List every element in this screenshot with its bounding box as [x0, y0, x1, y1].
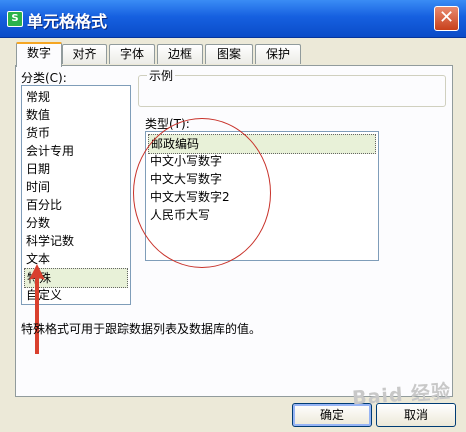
annotation-arrow	[29, 264, 45, 354]
format-description: 特殊格式可用于跟踪数据列表及数据库的值。	[21, 322, 262, 336]
category-item[interactable]: 日期	[24, 160, 50, 178]
sample-group: 示例	[138, 67, 446, 107]
tab-border[interactable]: 边框	[157, 44, 203, 64]
tab-protection[interactable]: 保护	[255, 44, 301, 64]
tab-pattern[interactable]: 图案	[205, 44, 253, 64]
tab-number[interactable]: 数字	[16, 42, 62, 67]
category-item[interactable]: 百分比	[24, 196, 62, 214]
tab-font[interactable]: 字体	[109, 44, 155, 64]
tab-alignment[interactable]: 对齐	[62, 44, 107, 64]
dialog-title: 单元格格式	[27, 12, 108, 31]
app-icon: S	[7, 11, 23, 27]
title-bar: S 单元格格式 ✕	[0, 0, 466, 38]
category-item[interactable]: 常规	[24, 88, 50, 106]
category-item[interactable]: 时间	[24, 178, 50, 196]
category-item[interactable]: 科学记数	[24, 232, 74, 250]
category-item[interactable]: 货币	[24, 124, 50, 142]
close-button[interactable]: ✕	[434, 6, 459, 31]
sample-label: 示例	[147, 67, 176, 84]
annotation-circle	[133, 118, 271, 268]
category-label: 分类(C):	[21, 71, 67, 85]
category-item[interactable]: 分数	[24, 214, 50, 232]
category-item[interactable]: 数值	[24, 106, 50, 124]
category-item[interactable]: 会计专用	[24, 142, 74, 160]
